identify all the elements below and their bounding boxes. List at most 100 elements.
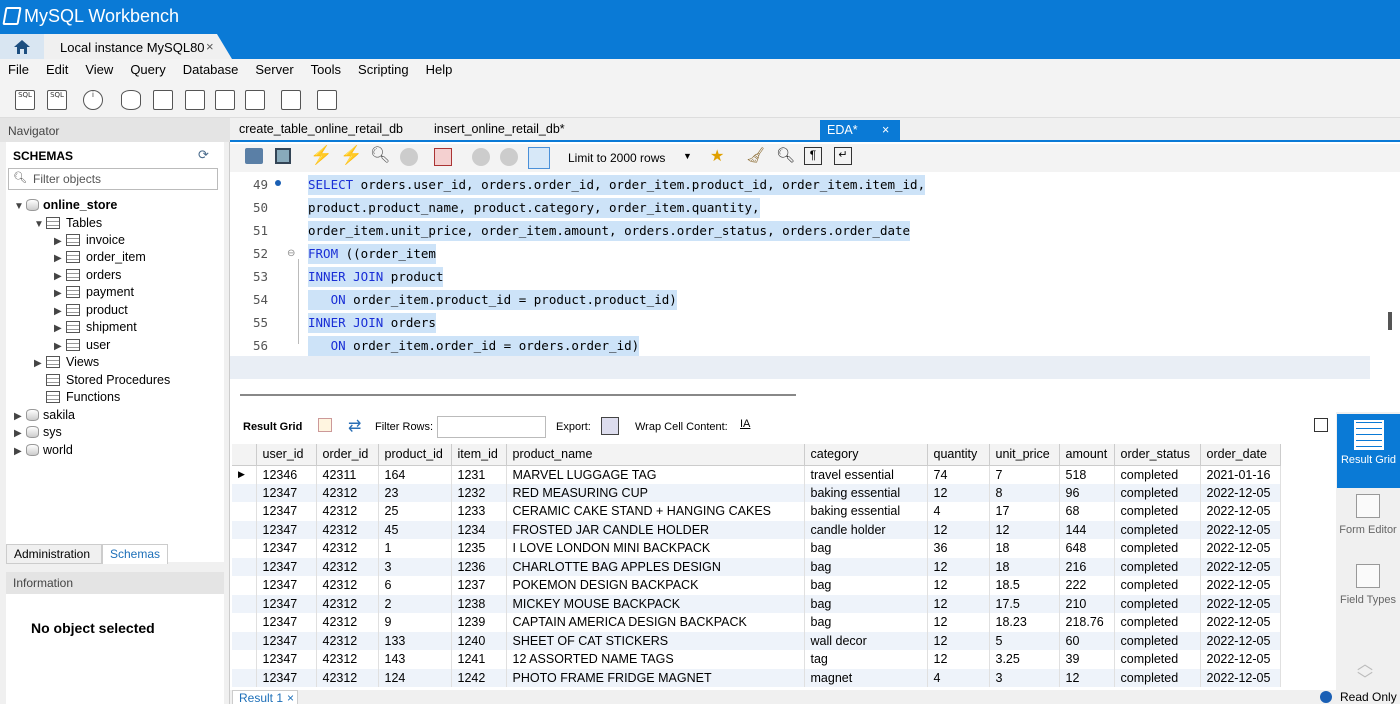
grid-cell[interactable]: travel essential: [804, 465, 928, 484]
grid-cell[interactable]: 12: [1059, 668, 1115, 687]
grid-cell[interactable]: 42312: [316, 539, 379, 558]
table-product[interactable]: ▶ product: [54, 303, 128, 317]
create-procedure-button[interactable]: [212, 87, 238, 113]
grid-cell[interactable]: 42312: [316, 631, 379, 650]
home-tab[interactable]: [0, 34, 44, 59]
row-selector[interactable]: [232, 539, 257, 558]
grid-cell[interactable]: 68: [1059, 502, 1115, 521]
grid-cell[interactable]: tag: [804, 650, 928, 669]
grid-cell[interactable]: 4: [927, 502, 990, 521]
execute-current-icon[interactable]: ⚡: [340, 145, 362, 166]
grid-cell[interactable]: 518: [1059, 465, 1115, 484]
grid-cell[interactable]: 12: [927, 631, 990, 650]
chevron-down-icon[interactable]: ﹀: [1357, 666, 1373, 690]
form-editor-button[interactable]: Form Editor: [1336, 494, 1400, 536]
grid-cell[interactable]: 1235: [451, 539, 507, 558]
grid-cell[interactable]: 2022-12-05: [1200, 483, 1281, 502]
table-order-item[interactable]: ▶ order_item: [54, 250, 146, 264]
grid-cell[interactable]: 12347: [256, 650, 317, 669]
grid-cell[interactable]: completed: [1114, 465, 1201, 484]
grid-cell[interactable]: 3: [989, 668, 1060, 687]
close-tab-icon[interactable]: ×: [882, 123, 889, 137]
grid-cell[interactable]: 60: [1059, 631, 1115, 650]
row-selector[interactable]: [232, 594, 257, 613]
grid-cell[interactable]: 42312: [316, 594, 379, 613]
grid-cell[interactable]: bag: [804, 613, 928, 632]
column-header[interactable]: unit_price: [989, 444, 1060, 466]
save-icon[interactable]: [275, 148, 291, 164]
grid-cell[interactable]: completed: [1114, 520, 1201, 539]
grid-cell[interactable]: 2022-12-05: [1200, 539, 1281, 558]
grid-cell[interactable]: 45: [378, 520, 452, 539]
grid-cell[interactable]: MICKEY MOUSE BACKPACK: [506, 594, 805, 613]
grid-cell[interactable]: 12347: [256, 631, 317, 650]
grid-cell[interactable]: 12 ASSORTED NAME TAGS: [506, 650, 805, 669]
tab-insert[interactable]: insert_online_retail_db*: [434, 122, 565, 136]
grid-cell[interactable]: RED MEASURING CUP: [506, 483, 805, 502]
table-row[interactable]: 12347 42312 6 1237 POKEMON DESIGN BACKPACK ba…: [232, 576, 1281, 595]
refresh-schemas-icon[interactable]: ⟳: [198, 147, 209, 163]
grid-cell[interactable]: 12347: [256, 539, 317, 558]
grid-cell[interactable]: baking essential: [804, 502, 928, 521]
grid-cell[interactable]: 36: [927, 539, 990, 558]
grid-cell[interactable]: FROSTED JAR CANDLE HOLDER: [506, 520, 805, 539]
tab-create-table[interactable]: create_table_online_retail_db: [239, 122, 403, 136]
grid-cell[interactable]: magnet: [804, 668, 928, 687]
table-row[interactable]: 12347 42312 2 1238 MICKEY MOUSE BACKPACK bag…: [232, 594, 1281, 613]
current-row-marker-icon[interactable]: ▶: [232, 465, 257, 484]
open-folder-icon[interactable]: [245, 148, 263, 164]
grid-cell[interactable]: 42312: [316, 613, 379, 632]
inspector-button[interactable]: i: [80, 87, 106, 113]
grid-cell[interactable]: 2022-12-05: [1200, 650, 1281, 669]
grid-cell[interactable]: 648: [1059, 539, 1115, 558]
column-header[interactable]: category: [804, 444, 928, 466]
table-row[interactable]: 12347 42312 3 1236 CHARLOTTE BAG APPLES DESI…: [232, 557, 1281, 576]
menu-query[interactable]: Query: [122, 59, 174, 82]
grid-cell[interactable]: 12347: [256, 483, 317, 502]
grid-cell[interactable]: 1233: [451, 502, 507, 521]
open-sql-script-button[interactable]: SQL: [44, 87, 70, 113]
grid-cell[interactable]: 143: [378, 650, 452, 669]
grid-cell[interactable]: 23: [378, 483, 452, 502]
tables-node[interactable]: ▼ Tables: [34, 216, 102, 230]
grid-cell[interactable]: 210: [1059, 594, 1115, 613]
grid-cell[interactable]: 3.25: [989, 650, 1060, 669]
column-header[interactable]: quantity: [927, 444, 990, 466]
grid-cell[interactable]: 2022-12-05: [1200, 557, 1281, 576]
grid-cell[interactable]: bag: [804, 539, 928, 558]
grid-cell[interactable]: 2022-12-05: [1200, 613, 1281, 632]
fold-icon[interactable]: ⊖: [287, 248, 295, 259]
table-row[interactable]: 12347 42312 25 1233 CERAMIC CAKE STAND + HAN…: [232, 502, 1281, 521]
menu-database[interactable]: Database: [175, 59, 248, 82]
grid-cell[interactable]: 1232: [451, 483, 507, 502]
editor-scrollbar[interactable]: [1388, 312, 1392, 330]
grid-cell[interactable]: MARVEL LUGGAGE TAG: [506, 465, 805, 484]
grid-cell[interactable]: SHEET OF CAT STICKERS: [506, 631, 805, 650]
create-table-button[interactable]: [150, 87, 176, 113]
grid-cell[interactable]: 12: [927, 594, 990, 613]
grid-cell[interactable]: 216: [1059, 557, 1115, 576]
row-selector[interactable]: [232, 631, 257, 650]
result-grid-button[interactable]: Result Grid: [1337, 414, 1400, 488]
grid-cell[interactable]: wall decor: [804, 631, 928, 650]
grid-cell[interactable]: 1239: [451, 613, 507, 632]
grid-cell[interactable]: 74: [927, 465, 990, 484]
tab-eda[interactable]: EDA* ×: [820, 120, 900, 142]
table-row[interactable]: 12347 42312 1 1235 I LOVE LONDON MINI BACKP…: [232, 539, 1281, 558]
grid-cell[interactable]: 1242: [451, 668, 507, 687]
grid-cell[interactable]: bag: [804, 594, 928, 613]
tab-administration[interactable]: Administration: [6, 544, 102, 564]
table-invoice[interactable]: ▶ invoice: [54, 233, 125, 247]
schema-world[interactable]: ▶ world: [14, 443, 73, 457]
grid-cell[interactable]: 12347: [256, 502, 317, 521]
rollback-icon[interactable]: [500, 148, 518, 166]
table-row[interactable]: 12347 42312 143 1241 12 ASSORTED NAME TAGS t…: [232, 650, 1281, 669]
column-header[interactable]: product_id: [378, 444, 452, 466]
grid-cell[interactable]: 124: [378, 668, 452, 687]
grid-cell[interactable]: 2022-12-05: [1200, 502, 1281, 521]
grid-cell[interactable]: 42312: [316, 557, 379, 576]
result-1-tab[interactable]: Result 1 ×: [232, 690, 298, 704]
stop-icon[interactable]: [400, 148, 418, 166]
grid-icon[interactable]: [318, 418, 332, 432]
menu-help[interactable]: Help: [418, 59, 462, 82]
